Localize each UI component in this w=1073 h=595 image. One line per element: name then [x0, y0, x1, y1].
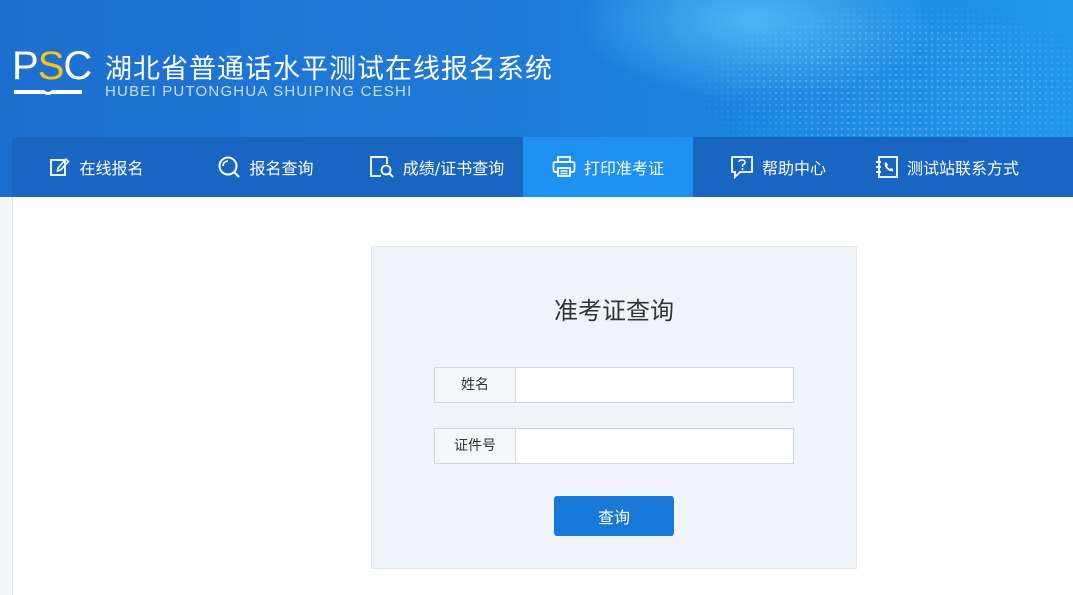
- psc-logo[interactable]: PSC: [12, 44, 92, 100]
- edit-icon: [50, 157, 71, 176]
- site-subtitle: HUBEI PUTONGHUA SHUIPING CESHI: [105, 83, 413, 100]
- name-field-group: 姓名: [434, 367, 794, 403]
- site-title: 湖北省普通话水平测试在线报名系统: [105, 54, 553, 85]
- id-number-label: 证件号: [435, 429, 516, 463]
- nav-label: 帮助中心: [761, 159, 826, 178]
- main-nav: 在线报名 报名查询 成绩/证书查询 打印准考证 帮助中心 测试站联系方式: [12, 137, 1073, 197]
- help-chat-icon: [731, 156, 753, 179]
- admission-ticket-query-panel: 准考证查询 姓名 证件号 查询: [371, 246, 857, 569]
- phone-book-icon: [876, 156, 898, 178]
- id-number-input[interactable]: [516, 429, 793, 463]
- name-label: 姓名: [435, 368, 516, 402]
- nav-item-online-registration[interactable]: 在线报名: [12, 137, 181, 197]
- id-field-group: 证件号: [434, 428, 794, 464]
- nav-item-help-center[interactable]: 帮助中心: [693, 137, 863, 197]
- nav-item-score-certificate-query[interactable]: 成绩/证书查询: [350, 137, 523, 197]
- panel-title: 准考证查询: [554, 297, 674, 325]
- nav-label: 测试站联系方式: [907, 159, 1020, 178]
- site-header: PSC 湖北省普通话水平测试在线报名系统 HUBEI PUTONGHUA SHU…: [0, 0, 1073, 197]
- name-input[interactable]: [516, 368, 793, 402]
- logo-text: PSC: [12, 44, 92, 88]
- nav-label: 在线报名: [79, 159, 144, 178]
- nav-item-print-admission-ticket[interactable]: 打印准考证: [523, 137, 693, 197]
- left-sidebar-edge: [0, 197, 13, 595]
- document-search-icon: [369, 156, 394, 178]
- book-icon: [14, 90, 82, 95]
- query-button[interactable]: 查询: [554, 496, 674, 536]
- nav-label: 报名查询: [249, 159, 314, 178]
- search-circle-icon: [218, 156, 241, 178]
- nav-item-registration-query[interactable]: 报名查询: [181, 137, 350, 197]
- nav-item-test-center-contact[interactable]: 测试站联系方式: [863, 137, 1073, 197]
- nav-label: 打印准考证: [583, 159, 664, 178]
- printer-icon: [552, 156, 576, 177]
- nav-label: 成绩/证书查询: [402, 159, 505, 178]
